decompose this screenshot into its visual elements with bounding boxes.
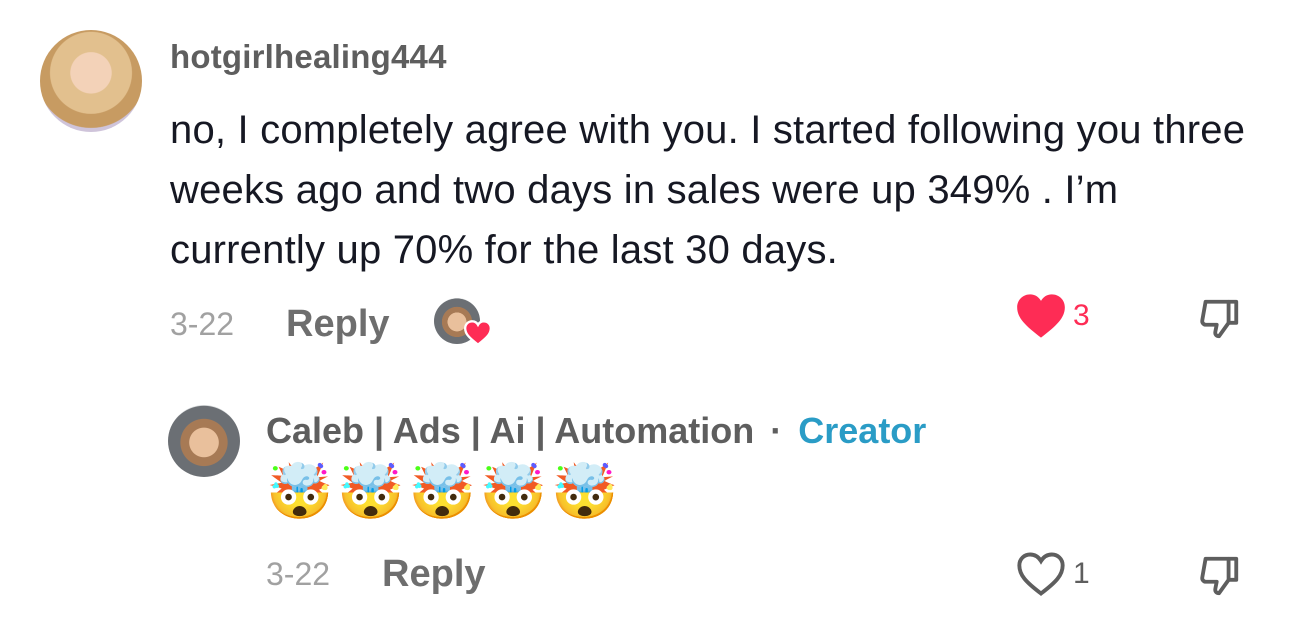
reply-like-count: 1 [1073,557,1090,590]
creator-badge: Creator [798,410,927,451]
reply-text: 🤯🤯🤯🤯🤯 [266,462,623,522]
reply-reply-button[interactable]: Reply [382,553,485,596]
creator-liked-badge [433,298,492,350]
comment-meta: 3-22 Reply [170,298,492,350]
commenter-avatar[interactable] [40,30,142,132]
comment-date: 3-22 [170,305,235,342]
dislike-icon[interactable] [1196,553,1242,599]
heart-filled-icon [1017,294,1065,338]
creator-avatar[interactable] [168,405,240,477]
dislike-icon[interactable] [1196,296,1242,342]
comment-like-button[interactable]: 3 [1015,292,1090,340]
reply-meta: 3-22 Reply [266,553,486,596]
comment: hotgirlhealing444 no, I completely agree… [0,0,1290,360]
comment-username[interactable]: hotgirlhealing444 [170,38,447,76]
reply-date: 3-22 [266,556,331,592]
reply-like-button[interactable]: 1 [1015,550,1090,598]
reply-comment: Caleb | Ads | Ai | Automation · Creator … [0,385,1290,620]
author-separator: · [770,410,783,451]
creator-liked-heart-icon [463,320,492,346]
reply-username[interactable]: Caleb | Ads | Ai | Automation [266,410,754,451]
comment-like-count: 3 [1073,299,1090,332]
reply-author-line: Caleb | Ads | Ai | Automation · Creator [266,410,926,452]
comment-reply-button[interactable]: Reply [286,303,389,346]
heart-outline-icon [1017,552,1065,596]
comment-text: no, I completely agree with you. I start… [170,108,1246,272]
